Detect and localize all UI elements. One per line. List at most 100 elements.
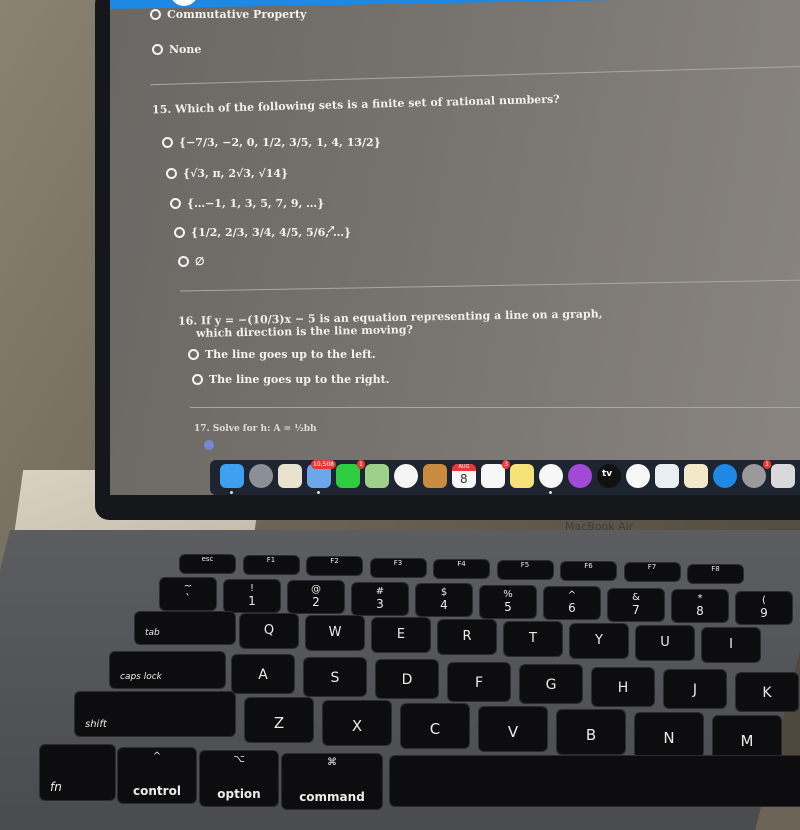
q16-option-1[interactable]: The line goes up to the left. bbox=[188, 348, 376, 361]
key-f6[interactable]: F6 bbox=[561, 562, 616, 581]
radio-button[interactable] bbox=[178, 256, 189, 267]
key-option[interactable]: ⌥ option bbox=[200, 751, 278, 806]
key-2[interactable]: @2 bbox=[288, 581, 344, 613]
dock-finder-icon[interactable] bbox=[220, 464, 244, 488]
key-s[interactable]: S bbox=[304, 657, 366, 696]
key-esc[interactable]: esc bbox=[180, 555, 235, 573]
dock-roblox-icon[interactable] bbox=[771, 464, 795, 488]
key-label: X bbox=[351, 717, 363, 735]
timer-icon[interactable] bbox=[204, 440, 214, 450]
key-8[interactable]: * 8 bbox=[672, 590, 728, 622]
dock-mail-icon[interactable]: 10,508 bbox=[307, 460, 336, 488]
dock-pages-icon[interactable] bbox=[684, 464, 708, 488]
radio-button[interactable] bbox=[166, 168, 177, 179]
key-w[interactable]: W bbox=[306, 616, 364, 650]
key-f4[interactable]: F4 bbox=[434, 559, 489, 578]
q15-option-5[interactable]: ∅ bbox=[178, 255, 205, 268]
q14-option-none[interactable]: None bbox=[152, 43, 201, 56]
q15-option-2[interactable]: {√3, π, 2√3, √14} bbox=[166, 167, 288, 180]
key-control[interactable]: ^ control bbox=[118, 748, 196, 803]
key-f8[interactable]: F8 bbox=[688, 564, 743, 583]
key-b[interactable]: B bbox=[557, 710, 625, 754]
dock-keynote-icon[interactable] bbox=[655, 464, 679, 488]
dock-tv-icon[interactable]: tv bbox=[597, 464, 621, 488]
q16-option-2[interactable]: The line goes up to the right. bbox=[192, 373, 390, 386]
key-label: 8 bbox=[696, 604, 704, 618]
option-label: {…−1, 1, 3, 5, 7, 9, …} bbox=[187, 197, 325, 210]
key-v[interactable]: V bbox=[479, 707, 547, 751]
dock-reminders-icon[interactable]: 3 bbox=[481, 460, 510, 488]
radio-button[interactable] bbox=[150, 9, 161, 20]
key-g[interactable]: G bbox=[520, 665, 582, 703]
radio-button[interactable] bbox=[162, 137, 173, 148]
key-space[interactable] bbox=[390, 756, 800, 806]
key-f1[interactable]: F1 bbox=[243, 556, 299, 575]
dock-system-preferences-icon[interactable]: 1 bbox=[742, 460, 771, 488]
key-x[interactable]: X bbox=[323, 701, 391, 745]
dock-podcasts-icon[interactable] bbox=[568, 464, 592, 488]
q15-option-1[interactable]: {−7/3, −2, 0, 1/2, 3/5, 1, 4, 13/2} bbox=[162, 136, 381, 149]
key-z[interactable]: Z bbox=[245, 698, 313, 742]
dock-app-store-icon[interactable] bbox=[713, 464, 737, 488]
key-7[interactable]: & 7 bbox=[608, 588, 664, 621]
key-9[interactable]: (9 bbox=[736, 591, 792, 624]
key-e[interactable]: E bbox=[372, 618, 430, 652]
key-i[interactable]: I bbox=[702, 628, 760, 662]
dock-maps-icon[interactable] bbox=[365, 464, 389, 488]
dock-news-icon[interactable] bbox=[626, 464, 650, 488]
dock-launchpad-icon[interactable] bbox=[249, 464, 273, 488]
key-secondary-label: $ bbox=[440, 587, 448, 598]
key-label: F1 bbox=[266, 556, 276, 565]
key-4[interactable]: $4 bbox=[416, 584, 472, 616]
dock-photos-icon[interactable] bbox=[394, 464, 418, 488]
q15-option-3[interactable]: {…−1, 1, 3, 5, 7, 9, …} bbox=[170, 197, 324, 210]
dock-music-icon[interactable] bbox=[539, 464, 563, 488]
key-y[interactable]: Y bbox=[570, 624, 628, 658]
key-secondary-label: @ bbox=[311, 584, 321, 595]
key-r[interactable]: R bbox=[438, 620, 496, 654]
key-q[interactable]: Q bbox=[240, 614, 298, 648]
q15-option-4[interactable]: {1/2, 2/3, 3/4, 4/5, 5/6, …} bbox=[174, 226, 351, 239]
key-h[interactable]: H bbox=[592, 667, 654, 706]
key-f7[interactable]: F7 bbox=[624, 563, 680, 582]
key-f3[interactable]: F3 bbox=[370, 558, 426, 577]
radio-button[interactable] bbox=[188, 349, 199, 360]
radio-button[interactable] bbox=[170, 198, 181, 209]
dock-contacts-icon[interactable] bbox=[423, 464, 447, 488]
key-f2[interactable]: F2 bbox=[307, 557, 362, 576]
key-u[interactable]: U bbox=[636, 626, 694, 660]
dock-notes-icon[interactable] bbox=[510, 464, 534, 488]
key-1[interactable]: ! 1 bbox=[224, 579, 280, 612]
key-label: F7 bbox=[647, 563, 657, 572]
option-label: {−7/3, −2, 0, 1/2, 3/5, 1, 4, 13/2} bbox=[179, 136, 381, 149]
key-caps-lock[interactable]: caps lock bbox=[110, 652, 225, 688]
key-label: F8 bbox=[711, 564, 720, 573]
key-6[interactable]: ^ 6 bbox=[544, 587, 600, 619]
key-fn[interactable]: fn bbox=[40, 745, 115, 800]
key-5[interactable]: % 5 bbox=[480, 585, 536, 618]
key-m[interactable]: M bbox=[713, 716, 781, 760]
radio-button[interactable] bbox=[174, 227, 185, 238]
key-`[interactable]: ~ ` bbox=[160, 578, 216, 610]
key-t[interactable]: T bbox=[504, 622, 562, 656]
dock-calendar-icon[interactable]: AUG 8 bbox=[452, 464, 476, 488]
key-shift[interactable]: shift bbox=[75, 692, 235, 736]
key-3[interactable]: #3 bbox=[352, 582, 408, 615]
key-f5[interactable]: F5 bbox=[497, 561, 553, 579]
key-a[interactable]: A bbox=[232, 655, 294, 693]
key-c[interactable]: C bbox=[401, 704, 469, 748]
key-k[interactable]: K bbox=[736, 672, 798, 711]
key-j[interactable]: J bbox=[664, 670, 726, 708]
key-tab[interactable]: tab bbox=[135, 612, 235, 644]
key-label: U bbox=[660, 635, 670, 650]
key-n[interactable]: N bbox=[635, 713, 703, 757]
dock-preview-app-icon[interactable] bbox=[278, 464, 302, 488]
radio-button[interactable] bbox=[192, 374, 203, 385]
key-f[interactable]: F bbox=[448, 662, 510, 701]
dock-facetime-icon[interactable]: 1 bbox=[336, 460, 365, 488]
radio-button[interactable] bbox=[152, 44, 163, 55]
q14-option-commutative[interactable]: Commutative Property bbox=[150, 8, 306, 21]
key-command[interactable]: ⌘ command bbox=[282, 754, 382, 809]
key-d[interactable]: D bbox=[376, 660, 438, 698]
key-secondary-label: ~ bbox=[183, 581, 193, 592]
